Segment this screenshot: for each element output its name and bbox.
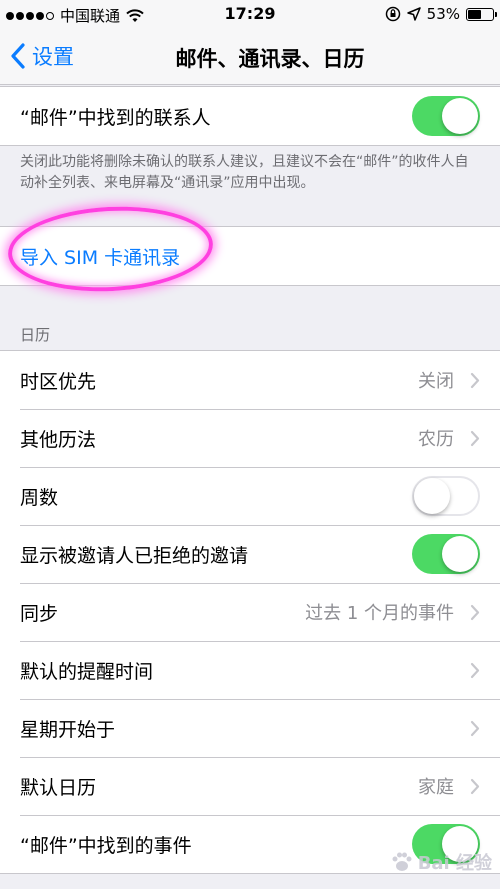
calendar-row-toggle[interactable]	[412, 476, 480, 516]
import-group: 导入 SIM 卡通讯录	[0, 226, 500, 286]
calendar-row-value: 农历	[418, 429, 454, 450]
calendar-row-label: 显示被邀请人已拒绝的邀请	[20, 544, 249, 567]
found-contacts-row: “邮件”中找到的联系人	[0, 87, 500, 145]
nav-bar: 设置 邮件、通讯录、日历	[0, 30, 500, 85]
chevron-right-icon	[470, 720, 480, 736]
calendar-row-value: 关闭	[418, 371, 454, 392]
calendar-row[interactable]: 其他历法 农历	[0, 409, 500, 467]
location-arrow-icon	[406, 7, 421, 21]
calendar-row[interactable]: 时区优先 关闭	[0, 351, 500, 409]
calendar-row[interactable]: 同步 过去 1 个月的事件	[0, 583, 500, 641]
calendar-row-label: 默认的提醒时间	[20, 660, 154, 683]
calendar-group: 时区优先 关闭其他历法 农历周数显示被邀请人已拒绝的邀请 同步 过去 1 个月的事件默认…	[0, 350, 500, 874]
found-contacts-label: “邮件”中找到的联系人	[20, 106, 211, 129]
battery-icon	[466, 7, 497, 21]
calendar-section-header: 日历	[20, 326, 51, 344]
calendar-row-label: 默认日历	[20, 776, 97, 799]
calendar-row: 显示被邀请人已拒绝的邀请	[0, 525, 500, 583]
battery-percent: 53%	[426, 5, 460, 23]
calendar-row-label: 其他历法	[20, 428, 97, 451]
found-contacts-toggle[interactable]	[412, 96, 480, 136]
chevron-right-icon	[470, 778, 480, 794]
status-right: 53%	[385, 5, 497, 23]
chevron-right-icon	[470, 604, 480, 620]
chevron-right-icon	[470, 662, 480, 678]
contacts-group: “邮件”中找到的联系人	[0, 86, 500, 146]
calendar-row-label: 时区优先	[20, 370, 97, 393]
chevron-right-icon	[470, 430, 480, 446]
calendar-row-toggle[interactable]	[412, 534, 480, 574]
import-sim-link[interactable]: 导入 SIM 卡通讯录	[20, 243, 180, 270]
calendar-row-label: 星期开始于	[20, 718, 116, 741]
watermark: Bai 经验	[390, 849, 492, 875]
calendar-row[interactable]: 星期开始于	[0, 699, 500, 757]
calendar-row: 周数	[0, 467, 500, 525]
chevron-right-icon	[470, 372, 480, 388]
page-title: 邮件、通讯录、日历	[175, 47, 365, 71]
calendar-row-label: 同步	[20, 602, 59, 625]
calendar-row-value: 家庭	[418, 777, 454, 798]
calendar-row[interactable]: 默认日历 家庭	[0, 757, 500, 815]
import-sim-row[interactable]: 导入 SIM 卡通讯录	[0, 227, 500, 285]
paw-icon	[392, 852, 412, 871]
found-contacts-footer: 关闭此功能将删除未确认的联系人建议，且建议不会在“邮件”的收件人自动补全列表、来…	[20, 154, 469, 191]
watermark-text: Bai 经验	[417, 853, 492, 874]
rotation-lock-icon	[385, 6, 400, 22]
calendar-row-label: 周数	[20, 486, 59, 509]
status-bar: 中国联通 17:29 53%	[0, 0, 500, 30]
calendar-row-label: “邮件”中找到的事件	[20, 834, 192, 857]
calendar-row-value: 过去 1 个月的事件	[305, 603, 454, 624]
calendar-row[interactable]: 默认的提醒时间	[0, 641, 500, 699]
